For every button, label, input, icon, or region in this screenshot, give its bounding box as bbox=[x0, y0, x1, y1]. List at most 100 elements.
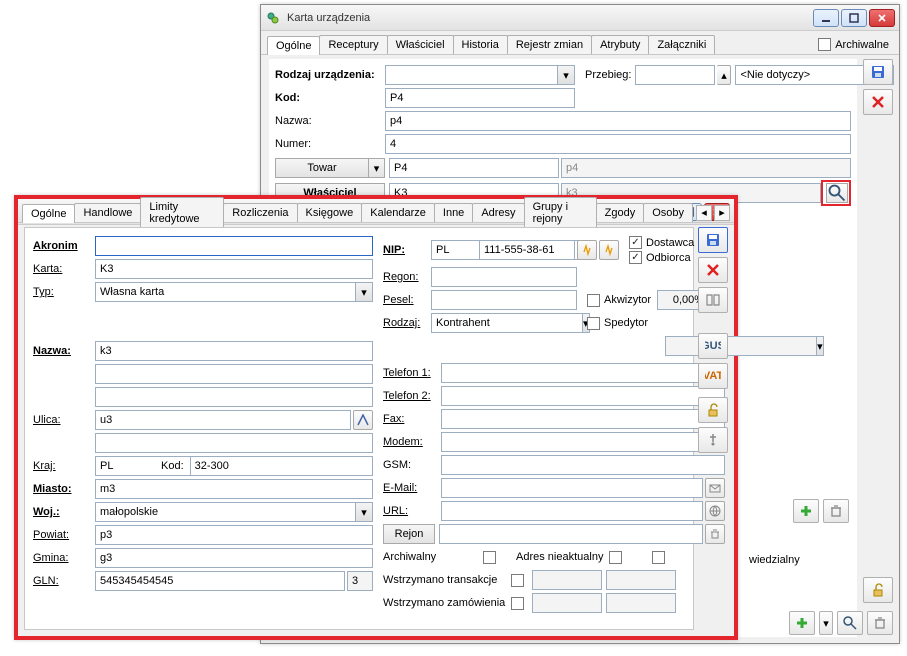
akwizytor-checkbox[interactable]: Akwizytor bbox=[587, 294, 651, 307]
wtrans-checkbox[interactable] bbox=[511, 574, 524, 587]
kod-input[interactable] bbox=[385, 88, 575, 108]
woj-dd[interactable]: ▾ bbox=[355, 502, 373, 522]
tab-limity[interactable]: Limity kredytowe bbox=[140, 197, 224, 228]
gln-input[interactable] bbox=[95, 571, 345, 591]
tab-inne[interactable]: Inne bbox=[434, 203, 473, 222]
towar-dd[interactable]: ▾ bbox=[369, 158, 385, 178]
gus-button[interactable]: GUS bbox=[698, 333, 728, 359]
gsm-input[interactable] bbox=[441, 455, 725, 475]
woj-select[interactable] bbox=[95, 502, 355, 522]
vat-button[interactable]: VAT bbox=[698, 363, 728, 389]
kraj-label: Kraj: bbox=[33, 460, 95, 472]
nazwa-input2[interactable] bbox=[95, 364, 373, 384]
delete-button[interactable] bbox=[698, 257, 728, 283]
tab-scroll-left[interactable]: ◂ bbox=[696, 205, 712, 221]
wzam-checkbox[interactable] bbox=[511, 597, 524, 610]
url-input[interactable] bbox=[441, 501, 703, 521]
search2-button[interactable] bbox=[837, 611, 863, 635]
adres-nieakt-checkbox[interactable] bbox=[609, 551, 622, 564]
extra-select[interactable] bbox=[665, 336, 816, 356]
tab-zalaczniki[interactable]: Załączniki bbox=[648, 35, 715, 54]
karta-input[interactable] bbox=[95, 259, 373, 279]
ulica-pick-button[interactable] bbox=[353, 410, 373, 430]
rejon-button[interactable]: Rejon bbox=[383, 524, 435, 544]
rejon-trash-button[interactable] bbox=[705, 524, 725, 544]
odbiorca-checkbox[interactable]: Odbiorca bbox=[629, 251, 694, 264]
typ-dd[interactable]: ▾ bbox=[355, 282, 373, 302]
powiat-input[interactable] bbox=[95, 525, 373, 545]
tab-wlasciciel[interactable]: Właściciel bbox=[387, 35, 454, 54]
book-button[interactable] bbox=[698, 287, 728, 313]
pesel-input[interactable] bbox=[431, 290, 577, 310]
numer-input[interactable] bbox=[385, 134, 851, 154]
nip-input[interactable] bbox=[479, 240, 575, 260]
tab-scroll-right[interactable]: ▸ bbox=[714, 205, 730, 221]
towar-code[interactable] bbox=[389, 158, 559, 178]
nazwa-input[interactable] bbox=[95, 341, 373, 361]
tab-atrybuty[interactable]: Atrybuty bbox=[591, 35, 649, 54]
nip-verify1[interactable] bbox=[577, 240, 597, 260]
email-send-button[interactable] bbox=[705, 478, 725, 498]
trash-button[interactable] bbox=[823, 499, 849, 523]
url-open-button[interactable] bbox=[705, 501, 725, 521]
tab-adresy[interactable]: Adresy bbox=[472, 203, 524, 222]
nazwa-input3[interactable] bbox=[95, 387, 373, 407]
tel2-input[interactable] bbox=[441, 386, 725, 406]
tab-rozliczenia[interactable]: Rozliczenia bbox=[223, 203, 297, 222]
close-button[interactable] bbox=[869, 9, 895, 27]
nip-verify2[interactable] bbox=[599, 240, 619, 260]
save-button[interactable] bbox=[698, 227, 728, 253]
extra-checkbox[interactable] bbox=[652, 551, 665, 564]
tab-rejestr[interactable]: Rejestr zmian bbox=[507, 35, 592, 54]
unlock-button[interactable] bbox=[698, 397, 728, 423]
tab-zgody[interactable]: Zgody bbox=[596, 203, 645, 222]
maximize-button[interactable] bbox=[841, 9, 867, 27]
pin-button[interactable] bbox=[698, 427, 728, 453]
ulica-input2[interactable] bbox=[95, 433, 373, 453]
tab-osoby[interactable]: Osoby bbox=[643, 203, 693, 222]
miasto-input[interactable] bbox=[95, 479, 373, 499]
delete-button[interactable] bbox=[863, 89, 893, 115]
regon-input[interactable] bbox=[431, 267, 577, 287]
tab-ksiegowe[interactable]: Księgowe bbox=[297, 203, 363, 222]
owner-search-button[interactable] bbox=[826, 183, 848, 203]
rodzaj2-select[interactable] bbox=[431, 313, 582, 333]
nazwa-label: Nazwa: bbox=[275, 115, 385, 127]
fax-input[interactable] bbox=[441, 409, 725, 429]
add2-dd[interactable]: ▾ bbox=[819, 611, 833, 635]
towar-button[interactable]: Towar bbox=[275, 158, 369, 178]
minimize-button[interactable] bbox=[813, 9, 839, 27]
ulica-input[interactable] bbox=[95, 410, 351, 430]
add2-button[interactable] bbox=[789, 611, 815, 635]
save-button[interactable] bbox=[863, 59, 893, 85]
typ-select[interactable] bbox=[95, 282, 355, 302]
tab-kalendarze[interactable]: Kalendarze bbox=[361, 203, 435, 222]
tab-historia[interactable]: Historia bbox=[453, 35, 508, 54]
tab-handlowe[interactable]: Handlowe bbox=[74, 203, 141, 222]
dostawca-checkbox[interactable]: Dostawca bbox=[629, 236, 694, 249]
akronim-input[interactable] bbox=[95, 236, 373, 256]
archiwalny-checkbox[interactable] bbox=[483, 551, 496, 564]
przebieg-spinner[interactable]: ▴ bbox=[717, 65, 731, 85]
przebieg-input[interactable] bbox=[635, 65, 715, 85]
tel1-input[interactable] bbox=[441, 363, 725, 383]
rejon-input[interactable] bbox=[439, 524, 703, 544]
tab-ogolne[interactable]: Ogólne bbox=[22, 204, 75, 223]
modem-input[interactable] bbox=[441, 432, 725, 452]
kodp-input[interactable] bbox=[190, 456, 373, 476]
trash2-button[interactable] bbox=[867, 611, 893, 635]
add-button[interactable] bbox=[793, 499, 819, 523]
extra-dd[interactable]: ▾ bbox=[816, 336, 824, 356]
rodzaj-dropdown[interactable]: ▾ bbox=[557, 65, 575, 85]
nazwa-input[interactable] bbox=[385, 111, 851, 131]
tab-ogolne[interactable]: Ogólne bbox=[267, 36, 320, 55]
archival-checkbox[interactable]: Archiwalne bbox=[818, 38, 889, 51]
rodzaj-select[interactable] bbox=[385, 65, 557, 85]
email-input[interactable] bbox=[441, 478, 703, 498]
tab-receptury[interactable]: Receptury bbox=[319, 35, 387, 54]
titlebar[interactable]: Karta urządzenia bbox=[261, 5, 899, 31]
spedytor-checkbox[interactable]: Spedytor bbox=[587, 317, 648, 330]
tab-grupy[interactable]: Grupy i rejony bbox=[524, 197, 597, 228]
gmina-input[interactable] bbox=[95, 548, 373, 568]
unlock-button[interactable] bbox=[863, 577, 893, 603]
